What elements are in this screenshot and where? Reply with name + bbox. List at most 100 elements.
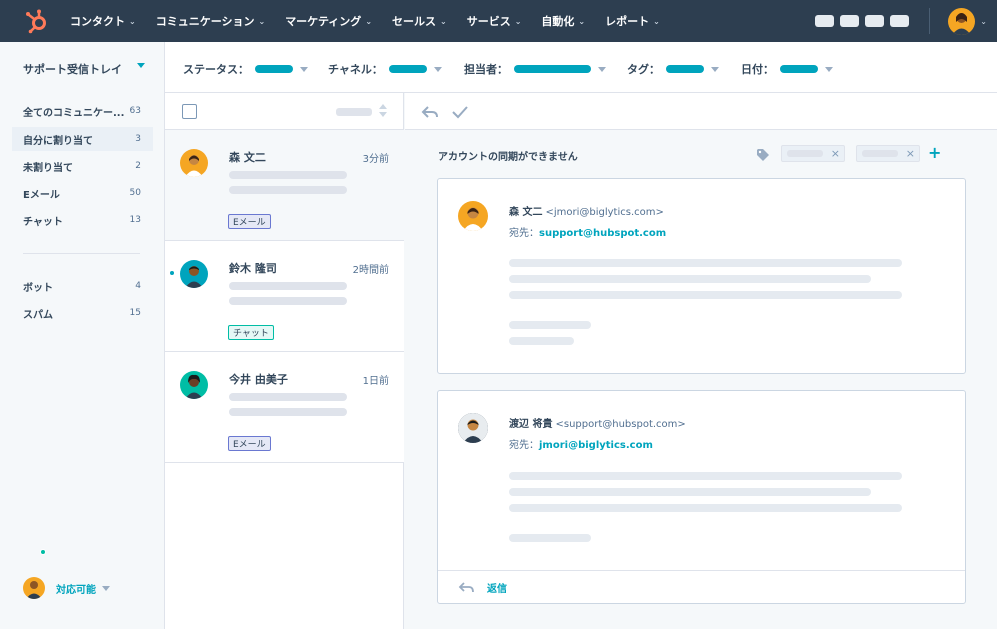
body-line [509, 291, 902, 299]
tag-chip[interactable]: × [856, 145, 920, 162]
body-line [509, 275, 871, 283]
chevron-down-icon: ⌄ [129, 16, 136, 26]
sidebar-item-label: ボット [23, 282, 53, 294]
nav-divider [929, 8, 931, 34]
nav-item-contacts[interactable]: コンタクト ⌄ [70, 13, 136, 29]
utility-button[interactable] [890, 15, 910, 27]
user-avatar [23, 577, 45, 599]
nav-item-marketing[interactable]: マーケティング ⌄ [285, 13, 372, 29]
sidebar-item-label: スパム [23, 309, 53, 321]
sidebar-item-count: 15 [129, 308, 141, 318]
contact-name: 鈴木 隆司 [229, 262, 277, 275]
check-icon[interactable] [450, 102, 470, 122]
sidebar-item-label: Eメール [23, 189, 60, 201]
reply-bar[interactable]: 返信 [438, 570, 965, 603]
inbox-sidebar: サポート受信トレイ 全てのコミュニケー... 63 自分に割り当て 3 未割り当て 2… [0, 42, 165, 629]
reply-button[interactable]: 返信 [487, 580, 507, 595]
utility-button[interactable] [865, 15, 885, 27]
chevron-down-icon: ⌄ [653, 16, 660, 26]
body-line [509, 504, 902, 512]
chevron-down-icon: ⌄ [578, 16, 586, 26]
thread-toolbar [405, 93, 997, 130]
sidebar-item-label: 全てのコミュニケー... [23, 107, 125, 119]
reply-icon[interactable] [420, 102, 440, 122]
filter-label: チャネル： [328, 63, 383, 76]
sidebar-item-all[interactable]: 全てのコミュニケー... 63 [12, 99, 153, 123]
sidebar-item-bot[interactable]: ボット 4 [12, 274, 153, 298]
message-to: 宛先：support@hubspot.com [509, 224, 666, 239]
conversation-item[interactable]: 森 文二 3分前 Eメール [165, 130, 404, 241]
caret-down-icon [825, 66, 833, 72]
inbox-selector[interactable]: サポート受信トレイ [23, 61, 122, 77]
preview-line [229, 282, 347, 290]
message-from: 森 文二 <jmori@biglytics.com> [509, 203, 664, 218]
message-from: 渡辺 将貴 <support@hubspot.com> [509, 415, 686, 430]
availability-status[interactable]: 対応可能 [23, 577, 110, 599]
availability-label: 対応可能 [56, 584, 96, 596]
preview-line [229, 408, 347, 416]
contact-avatar [180, 371, 208, 399]
sort-selector[interactable] [336, 108, 372, 116]
filter-value [388, 65, 427, 73]
reply-icon[interactable] [458, 580, 476, 596]
contact-avatar [180, 149, 208, 177]
sidebar-item-count: 63 [129, 106, 141, 116]
close-icon[interactable]: × [831, 146, 840, 161]
filter-status[interactable]: ステータス： [183, 61, 308, 77]
body-line [509, 321, 591, 329]
message-to: 宛先：jmori@biglytics.com [509, 436, 653, 451]
utility-button[interactable] [815, 15, 835, 27]
nav-item-sales[interactable]: セールス ⌄ [392, 13, 447, 29]
preview-line [229, 393, 347, 401]
caret-down-icon [300, 66, 308, 72]
sidebar-item-chat[interactable]: チャット 13 [12, 208, 153, 232]
conversation-item[interactable]: 今井 由美子 1日前 Eメール [165, 352, 404, 463]
conversation-time: 2時間前 [352, 265, 389, 276]
recipient-email[interactable]: support@hubspot.com [539, 228, 666, 239]
sidebar-item-count: 13 [129, 215, 141, 225]
caret-down-icon[interactable] [137, 63, 145, 68]
recipient-email[interactable]: jmori@biglytics.com [539, 440, 653, 451]
conversation-time: 3分前 [362, 154, 389, 165]
conversation-item[interactable]: 鈴木 隆司 2時間前 チャット [165, 241, 404, 352]
body-line [509, 259, 902, 267]
chevron-down-icon[interactable]: ⌄ [980, 17, 987, 26]
sidebar-item-unassigned[interactable]: 未割り当て 2 [12, 154, 153, 178]
nav-item-conversations[interactable]: コミュニケーション ⌄ [156, 13, 265, 29]
conversation-time: 1日前 [362, 376, 389, 387]
filter-owner[interactable]: 担当者： [464, 61, 606, 77]
sidebar-item-count: 2 [135, 161, 141, 171]
message-card: 森 文二 <jmori@biglytics.com> 宛先：support@hub… [437, 178, 966, 374]
plus-icon[interactable]: + [928, 144, 941, 162]
account-avatar[interactable] [948, 7, 976, 35]
sidebar-item-email[interactable]: Eメール 50 [12, 181, 153, 205]
filter-tag[interactable]: タグ： [627, 61, 719, 77]
select-all-checkbox[interactable] [182, 104, 197, 119]
nav-item-label: セールス [392, 15, 437, 28]
conversation-list: 森 文二 3分前 Eメール 鈴木 隆司 2時間前 チャット 今井 由美子 1日前… [165, 93, 404, 629]
filter-date[interactable]: 日付： [741, 61, 833, 77]
nav-item-reports[interactable]: レポート ⌄ [605, 13, 660, 29]
filter-channel[interactable]: チャネル： [328, 61, 442, 77]
filter-bar: ステータス： チャネル： 担当者： タグ： 日付： [165, 42, 997, 93]
tag-icon[interactable] [756, 147, 770, 161]
channel-tag: チャット [228, 325, 274, 340]
utility-button[interactable] [840, 15, 860, 27]
sidebar-item-assigned-to-me[interactable]: 自分に割り当て 3 [12, 127, 153, 151]
nav-item-automation[interactable]: 自動化 ⌄ [541, 13, 585, 29]
caret-down-icon [711, 66, 719, 72]
sort-icon[interactable] [379, 104, 387, 120]
filter-label: タグ： [627, 63, 660, 76]
preview-line [229, 171, 347, 179]
body-line [509, 337, 574, 345]
preview-line [229, 186, 347, 194]
sidebar-item-spam[interactable]: スパム 15 [12, 301, 153, 325]
tag-chip[interactable]: × [781, 145, 845, 162]
hubspot-logo-icon[interactable] [24, 8, 50, 34]
sender-avatar [458, 201, 488, 231]
close-icon[interactable]: × [906, 146, 915, 161]
unread-indicator [170, 271, 174, 275]
chevron-down-icon: ⌄ [258, 16, 266, 26]
sender-email: <support@hubspot.com> [555, 419, 686, 430]
nav-item-service[interactable]: サービス ⌄ [467, 13, 522, 29]
